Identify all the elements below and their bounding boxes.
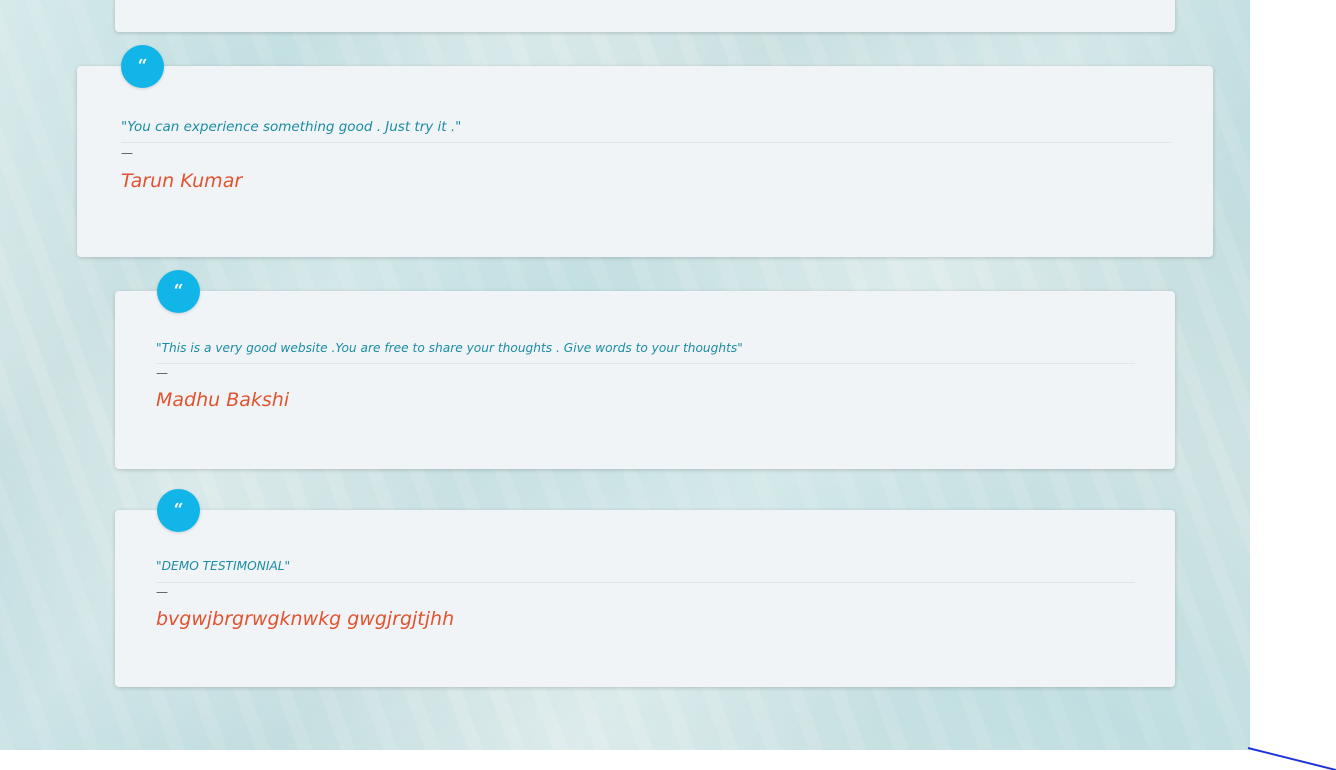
decorative-line xyxy=(1247,747,1336,770)
